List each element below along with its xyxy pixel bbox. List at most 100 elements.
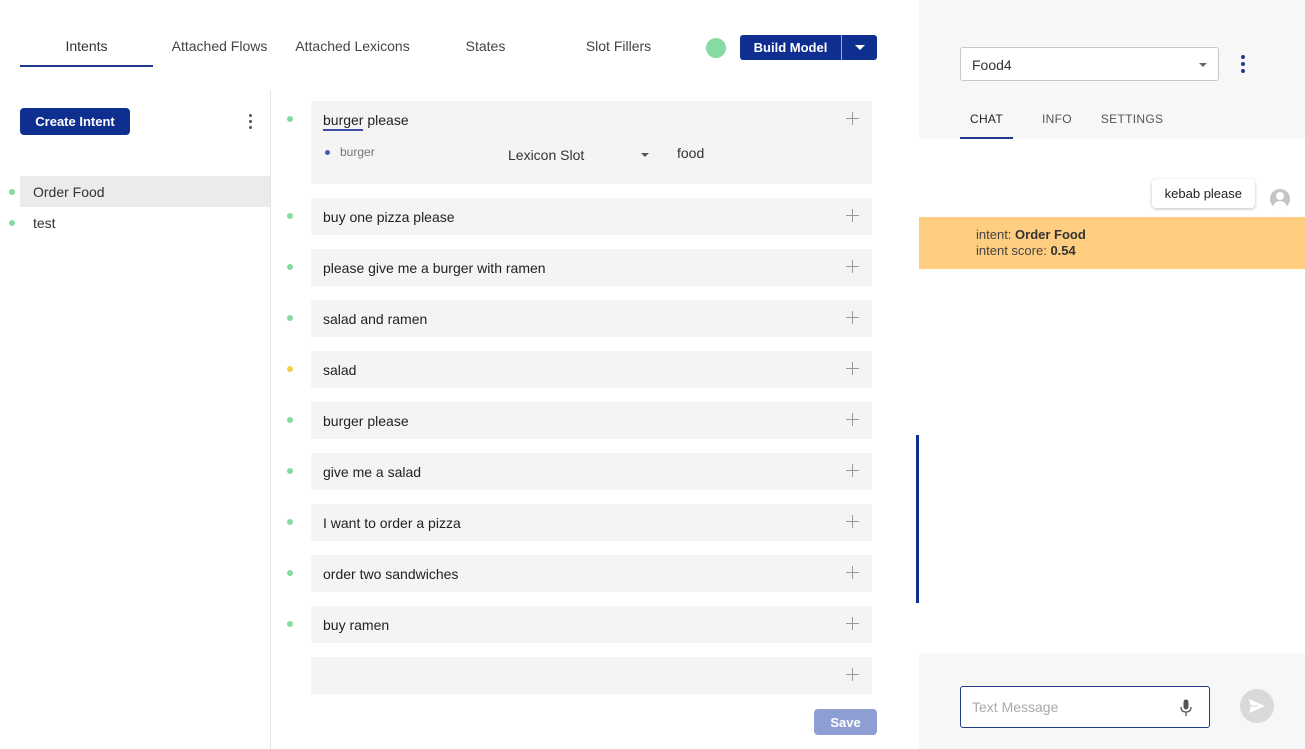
tab-states[interactable]: States <box>419 28 552 67</box>
build-model-split-button: Build Model <box>740 35 877 60</box>
tab-settings[interactable]: SETTINGS <box>1101 108 1163 139</box>
utterance-text[interactable]: buy ramen <box>311 606 872 643</box>
utterance-text[interactable]: burger please <box>311 402 872 439</box>
utterance-row: burger please <box>285 402 885 439</box>
utterance-card[interactable]: give me a salad <box>311 453 872 490</box>
utterance-row: buy ramen <box>285 606 885 643</box>
utterance-row: buy one pizza please <box>285 198 885 235</box>
utterance-card[interactable]: salad <box>311 351 872 388</box>
chat-panel: Food4 CHAT INFO SETTINGS kebab please in… <box>919 0 1305 749</box>
utterance-text[interactable]: salad <box>311 351 872 388</box>
utterance-text[interactable]: salad and ramen <box>311 300 872 337</box>
tab-attached-lexicons[interactable]: Attached Lexicons <box>286 28 419 67</box>
app: Intents Attached Flows Attached Lexicons… <box>0 0 1305 749</box>
caret-down-icon <box>854 45 865 50</box>
microphone-icon[interactable] <box>1180 699 1192 717</box>
bot-select[interactable]: Food4 <box>960 47 1219 81</box>
add-icon[interactable] <box>846 362 859 375</box>
add-icon[interactable] <box>846 311 859 324</box>
utterance-list: burger please burger Lexicon Slot food b… <box>285 101 885 708</box>
utterance-status-dot <box>287 621 293 627</box>
chat-messages: kebab please intent: Order Food intent s… <box>919 139 1305 653</box>
create-intent-button[interactable]: Create Intent <box>20 108 130 135</box>
utterance-row: salad and ramen <box>285 300 885 337</box>
build-model-button[interactable]: Build Model <box>740 35 841 60</box>
utterance-card[interactable]: burger please burger Lexicon Slot food <box>311 101 872 184</box>
intent-item-test[interactable]: test <box>0 207 270 238</box>
intent-score-label: intent score: <box>976 243 1051 258</box>
intent-list: Order Food test <box>0 176 270 238</box>
utterance-row-new <box>285 657 885 694</box>
build-button-divider <box>841 35 842 60</box>
intent-score-line: intent score: 0.54 <box>976 243 1305 259</box>
build-options-dropdown[interactable] <box>842 35 877 60</box>
slot-highlight[interactable]: burger <box>323 112 364 131</box>
utterance-status-dot <box>287 264 293 270</box>
bot-select-value: Food4 <box>972 57 1012 73</box>
new-utterance-input[interactable] <box>311 657 872 694</box>
slot-dot <box>325 150 330 155</box>
tab-attached-flows[interactable]: Attached Flows <box>153 28 286 67</box>
add-icon[interactable] <box>846 260 859 273</box>
utterance-text[interactable]: I want to order a pizza <box>311 504 872 541</box>
save-button[interactable]: Save <box>814 709 877 735</box>
utterance-text[interactable]: give me a salad <box>311 453 872 490</box>
user-message-bubble: kebab please <box>1151 179 1255 208</box>
utterance-text[interactable]: order two sandwiches <box>311 555 872 592</box>
add-icon[interactable] <box>846 413 859 426</box>
send-icon <box>1249 699 1265 713</box>
tab-slot-fillers[interactable]: Slot Fillers <box>552 28 685 67</box>
utterance-card[interactable]: I want to order a pizza <box>311 504 872 541</box>
utterance-text[interactable]: please give me a burger with ramen <box>311 249 872 286</box>
add-icon[interactable] <box>846 566 859 579</box>
utterance-card[interactable]: buy ramen <box>311 606 872 643</box>
utterance-row: give me a salad <box>285 453 885 490</box>
send-button[interactable] <box>1240 689 1274 723</box>
tab-chat[interactable]: CHAT <box>960 108 1013 139</box>
chat-more-icon[interactable] <box>1241 55 1245 73</box>
chat-tabs: CHAT INFO SETTINGS <box>960 108 1192 139</box>
tab-intents[interactable]: Intents <box>20 28 153 67</box>
utterance-card[interactable]: order two sandwiches <box>311 555 872 592</box>
utterance-card[interactable]: burger please <box>311 402 872 439</box>
utterance-status-dot <box>287 116 293 122</box>
utterance-row: salad <box>285 351 885 388</box>
chevron-down-icon[interactable] <box>641 153 649 157</box>
add-icon[interactable] <box>846 668 859 681</box>
intent-result-line: intent: Order Food <box>976 227 1305 243</box>
intent-score-value: 0.54 <box>1050 243 1076 258</box>
utterance-status-dot <box>287 468 293 474</box>
model-status-indicator <box>706 38 726 58</box>
top-tabs: Intents Attached Flows Attached Lexicons… <box>20 28 685 68</box>
utterance-text[interactable]: burger please <box>311 101 872 138</box>
intent-label: Order Food <box>33 183 105 200</box>
slot-row: burger Lexicon Slot food <box>311 138 872 184</box>
add-icon[interactable] <box>846 617 859 630</box>
intents-more-icon[interactable] <box>249 114 253 129</box>
utterance-row: order two sandwiches <box>285 555 885 592</box>
intent-item-order-food[interactable]: Order Food <box>9 176 270 207</box>
add-icon[interactable] <box>846 112 859 125</box>
utterance-status-dot <box>287 213 293 219</box>
slot-value[interactable]: food <box>677 145 704 161</box>
utterance-card[interactable]: salad and ramen <box>311 300 872 337</box>
intent-status-dot <box>9 220 15 226</box>
utterance-card[interactable]: please give me a burger with ramen <box>311 249 872 286</box>
intent-status-dot <box>9 189 15 195</box>
utterance-rest: please <box>363 112 409 128</box>
add-icon[interactable] <box>846 515 859 528</box>
message-input-box <box>960 686 1210 728</box>
utterance-text[interactable]: buy one pizza please <box>311 198 872 235</box>
utterance-row: please give me a burger with ramen <box>285 249 885 286</box>
slot-type-select[interactable]: Lexicon Slot <box>508 147 584 163</box>
utterance-card[interactable]: buy one pizza please <box>311 198 872 235</box>
intent-label: test <box>33 214 56 231</box>
tab-info[interactable]: INFO <box>1042 108 1072 139</box>
message-input[interactable] <box>961 687 1161 727</box>
add-icon[interactable] <box>846 464 859 477</box>
user-avatar-icon <box>1270 189 1290 209</box>
utterance-row: burger please burger Lexicon Slot food <box>285 101 885 184</box>
intent-result-box: intent: Order Food intent score: 0.54 <box>919 217 1305 269</box>
utterance-status-dot <box>287 315 293 321</box>
add-icon[interactable] <box>846 209 859 222</box>
